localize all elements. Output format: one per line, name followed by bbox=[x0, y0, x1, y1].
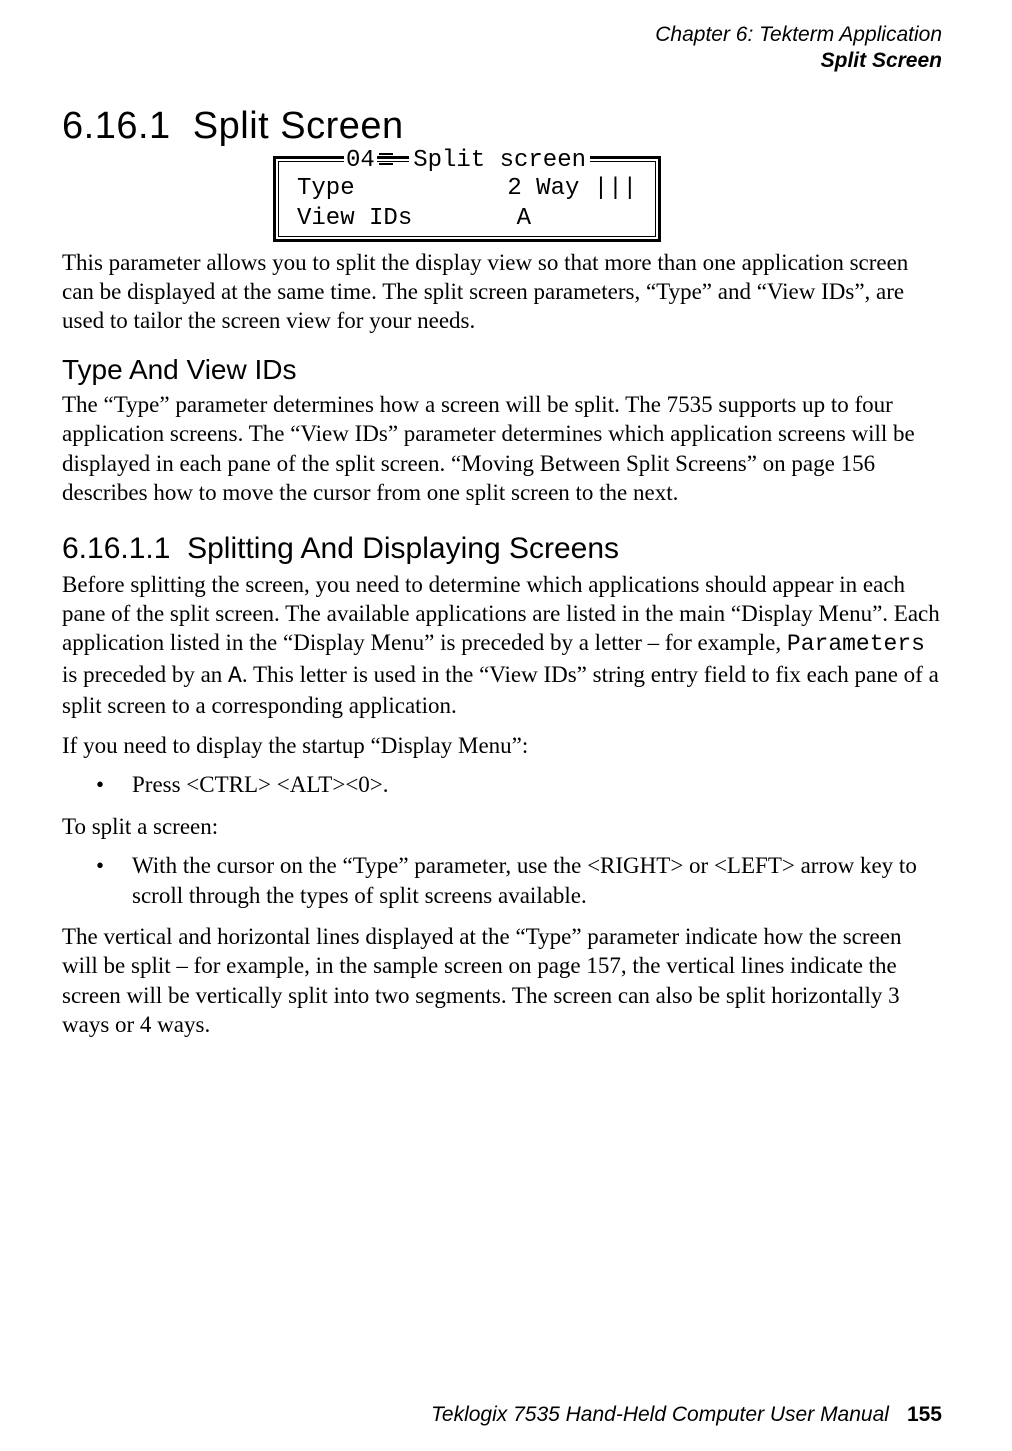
box-title-num: 04 bbox=[344, 147, 377, 174]
paragraph-intro: This parameter allows you to split the d… bbox=[62, 248, 942, 336]
bullet-list-1: Press <CTRL> <ALT><0>. bbox=[62, 770, 942, 799]
terminal-screen-figure: 04 Split screen Type 2 Way ||| View IDs … bbox=[0, 156, 942, 242]
chapter-label: Chapter 6: Tekterm Application bbox=[62, 22, 942, 48]
footer-text: Teklogix 7535 Hand-Held Computer User Ma… bbox=[431, 1403, 889, 1426]
section-number: 6.16.1.1 bbox=[62, 532, 170, 565]
row-value: A bbox=[517, 204, 531, 234]
box-title-text: Split screen bbox=[409, 147, 590, 174]
section-heading-6-16-1: 6.16.1 Split Screen bbox=[62, 105, 942, 148]
screen-box-title: 04 Split screen bbox=[279, 146, 655, 176]
paragraph-display-menu: If you need to display the startup “Disp… bbox=[62, 731, 942, 760]
section-heading-6-16-1-1: 6.16.1.1 Splitting And Displaying Screen… bbox=[62, 532, 942, 566]
section-title: Split Screen bbox=[193, 105, 404, 147]
section-title: Splitting And Displaying Screens bbox=[187, 532, 619, 565]
mono-a: A bbox=[228, 663, 242, 689]
screen-row-view-ids: View IDs A bbox=[297, 204, 637, 234]
paragraph-to-split: To split a screen: bbox=[62, 812, 942, 841]
header-subtitle: Split Screen bbox=[62, 48, 942, 74]
section-number: 6.16.1 bbox=[62, 105, 171, 147]
paragraph-vertical-horizontal: The vertical and horizontal lines displa… bbox=[62, 922, 942, 1040]
list-item: Press <CTRL> <ALT><0>. bbox=[62, 770, 942, 799]
paragraph-type-view: The “Type” parameter determines how a sc… bbox=[62, 390, 942, 508]
screen-row-type: Type 2 Way ||| bbox=[297, 174, 637, 204]
list-item: With the cursor on the “Type” parameter,… bbox=[62, 851, 942, 910]
row-value: 2 Way ||| bbox=[507, 174, 637, 204]
mono-parameters: Parameters bbox=[787, 631, 925, 657]
paragraph-before-split: Before splitting the screen, you need to… bbox=[62, 570, 942, 721]
row-label: Type bbox=[297, 174, 355, 204]
page-header: Chapter 6: Tekterm Application Split Scr… bbox=[62, 22, 942, 75]
bullet-list-2: With the cursor on the “Type” parameter,… bbox=[62, 851, 942, 910]
subheading-type-view-ids: Type And View IDs bbox=[62, 354, 942, 386]
page-number: 155 bbox=[907, 1403, 942, 1426]
page-footer: Teklogix 7535 Hand-Held Computer User Ma… bbox=[431, 1403, 942, 1427]
row-label: View IDs bbox=[297, 204, 412, 234]
